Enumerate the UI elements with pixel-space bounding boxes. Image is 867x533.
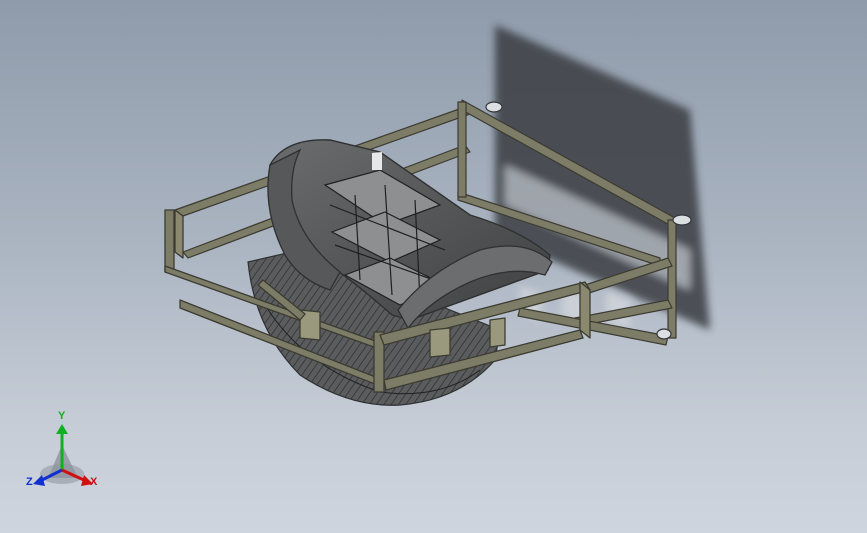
- 3d-viewport[interactable]: Y X Z: [0, 0, 867, 533]
- y-axis-arrow: [56, 424, 68, 434]
- y-axis-label: Y: [58, 410, 66, 422]
- x-axis-label: X: [90, 476, 98, 488]
- axis-triad: [33, 424, 93, 486]
- z-axis-label: Z: [26, 476, 33, 488]
- model-view[interactable]: [0, 0, 867, 533]
